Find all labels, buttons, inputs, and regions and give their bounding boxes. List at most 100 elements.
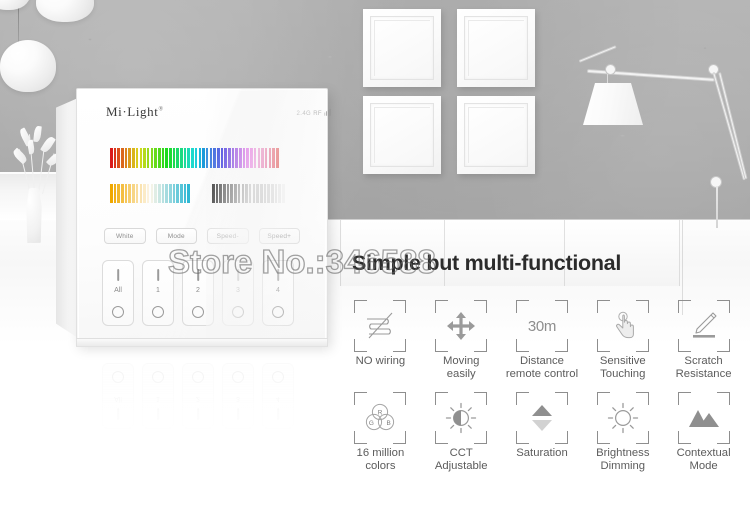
brightness-swatch[interactable] bbox=[223, 184, 226, 203]
cct-swatch[interactable] bbox=[172, 184, 176, 203]
feature-16-million-colors[interactable]: R G B 16 million colors bbox=[340, 392, 421, 472]
zone-off-indicator[interactable] bbox=[232, 306, 244, 318]
zone-off-indicator[interactable] bbox=[192, 306, 204, 318]
brightness-swatch[interactable] bbox=[248, 184, 252, 203]
feature-moving-easily[interactable]: Moving easily bbox=[421, 300, 502, 380]
zone-off-indicator[interactable] bbox=[112, 306, 124, 318]
cct-swatch[interactable] bbox=[161, 184, 165, 203]
color-swatch[interactable] bbox=[231, 148, 235, 168]
zone-4-switch[interactable]: 4 bbox=[262, 260, 294, 326]
color-swatch[interactable] bbox=[187, 148, 191, 168]
feature-brightness-dimming[interactable]: Brightness Dimming bbox=[582, 392, 663, 472]
color-swatch[interactable] bbox=[161, 148, 165, 168]
zone-3-switch[interactable]: 3 bbox=[222, 260, 254, 326]
feature-no-wiring[interactable]: NO wiring bbox=[340, 300, 421, 380]
brightness-swatch[interactable] bbox=[278, 184, 281, 203]
feature-cct-adjustable[interactable]: CCT Adjustable bbox=[421, 392, 502, 472]
speed-up-button[interactable]: Speed+ bbox=[258, 228, 300, 244]
color-swatch[interactable] bbox=[198, 148, 202, 168]
feature-saturation[interactable]: Saturation bbox=[502, 392, 583, 472]
color-swatch[interactable] bbox=[143, 148, 146, 168]
color-swatch[interactable] bbox=[176, 148, 179, 168]
zone-1-switch[interactable]: 1 bbox=[142, 260, 174, 326]
feature-distance-remote[interactable]: 30m Distance remote control bbox=[502, 300, 583, 380]
cct-swatch[interactable] bbox=[183, 184, 187, 203]
color-swatch[interactable] bbox=[228, 148, 231, 168]
color-swatch[interactable] bbox=[124, 148, 128, 168]
color-swatch[interactable] bbox=[117, 148, 120, 168]
zone-all-switch[interactable]: All bbox=[102, 260, 134, 326]
zone-2-switch[interactable]: 2 bbox=[182, 260, 214, 326]
color-swatch[interactable] bbox=[246, 148, 250, 168]
color-swatch[interactable] bbox=[250, 148, 253, 168]
cct-swatch[interactable] bbox=[121, 184, 124, 203]
color-swatch[interactable] bbox=[268, 148, 272, 168]
cct-swatch[interactable] bbox=[150, 184, 154, 203]
color-swatch[interactable] bbox=[220, 148, 224, 168]
cct-swatch[interactable] bbox=[143, 184, 146, 203]
brightness-swatch[interactable] bbox=[263, 184, 267, 203]
color-swatch[interactable] bbox=[135, 148, 139, 168]
cct-swatch[interactable] bbox=[169, 184, 172, 203]
color-swatch[interactable] bbox=[264, 148, 268, 168]
color-swatch[interactable] bbox=[213, 148, 216, 168]
cct-swatch[interactable] bbox=[146, 184, 150, 203]
brightness-swatch[interactable] bbox=[252, 184, 256, 203]
cct-swatch[interactable] bbox=[180, 184, 183, 203]
feature-scratch-resistance[interactable]: Scratch Resistance bbox=[663, 300, 744, 380]
color-swatch[interactable] bbox=[150, 148, 154, 168]
color-swatch[interactable] bbox=[146, 148, 150, 168]
brightness-swatch[interactable] bbox=[256, 184, 259, 203]
zone-on-indicator[interactable] bbox=[117, 269, 119, 281]
brightness-swatch[interactable] bbox=[237, 184, 241, 203]
zone-on-indicator[interactable] bbox=[277, 269, 279, 281]
color-swatch[interactable] bbox=[132, 148, 135, 168]
color-swatch[interactable] bbox=[157, 148, 161, 168]
color-swatch[interactable] bbox=[180, 148, 183, 168]
cct-swatch[interactable] bbox=[157, 184, 161, 203]
feature-contextual-mode[interactable]: Contextual Mode bbox=[663, 392, 744, 472]
cct-color-strip[interactable] bbox=[110, 184, 196, 203]
brightness-swatch[interactable] bbox=[282, 184, 285, 203]
color-swatch[interactable] bbox=[239, 148, 242, 168]
white-button[interactable]: White bbox=[104, 228, 146, 244]
cct-swatch[interactable] bbox=[128, 184, 132, 203]
cct-swatch[interactable] bbox=[176, 184, 179, 203]
color-swatch[interactable] bbox=[235, 148, 238, 168]
color-swatch[interactable] bbox=[253, 148, 257, 168]
color-swatch[interactable] bbox=[128, 148, 132, 168]
zone-off-indicator[interactable] bbox=[272, 306, 284, 318]
brightness-swatch[interactable] bbox=[215, 184, 219, 203]
color-swatch[interactable] bbox=[169, 148, 172, 168]
brightness-swatch[interactable] bbox=[219, 184, 222, 203]
brightness-swatch[interactable] bbox=[241, 184, 245, 203]
color-swatch[interactable] bbox=[272, 148, 275, 168]
color-swatch[interactable] bbox=[275, 148, 279, 168]
rgb-color-strip[interactable] bbox=[110, 148, 290, 168]
zone-on-indicator[interactable] bbox=[197, 269, 199, 281]
color-swatch[interactable] bbox=[154, 148, 157, 168]
brightness-swatch[interactable] bbox=[259, 184, 263, 203]
brightness-swatch[interactable] bbox=[212, 184, 215, 203]
cct-swatch[interactable] bbox=[135, 184, 139, 203]
brightness-swatch[interactable] bbox=[245, 184, 248, 203]
color-swatch[interactable] bbox=[205, 148, 209, 168]
color-swatch[interactable] bbox=[172, 148, 176, 168]
mode-button[interactable]: Mode bbox=[155, 228, 197, 244]
color-swatch[interactable] bbox=[242, 148, 246, 168]
zone-off-indicator[interactable] bbox=[152, 306, 164, 318]
cct-swatch[interactable] bbox=[154, 184, 157, 203]
color-swatch[interactable] bbox=[165, 148, 168, 168]
cct-swatch[interactable] bbox=[110, 184, 113, 203]
color-swatch[interactable] bbox=[261, 148, 264, 168]
color-swatch[interactable] bbox=[191, 148, 194, 168]
color-swatch[interactable] bbox=[224, 148, 227, 168]
feature-sensitive-touching[interactable]: Sensitive Touching bbox=[582, 300, 663, 380]
brightness-swatch[interactable] bbox=[267, 184, 270, 203]
speed-down-button[interactable]: Speed- bbox=[207, 228, 249, 244]
color-swatch[interactable] bbox=[202, 148, 205, 168]
zone-on-indicator[interactable] bbox=[237, 269, 239, 281]
cct-swatch[interactable] bbox=[124, 184, 128, 203]
color-swatch[interactable] bbox=[110, 148, 113, 168]
brightness-swatch[interactable] bbox=[234, 184, 237, 203]
